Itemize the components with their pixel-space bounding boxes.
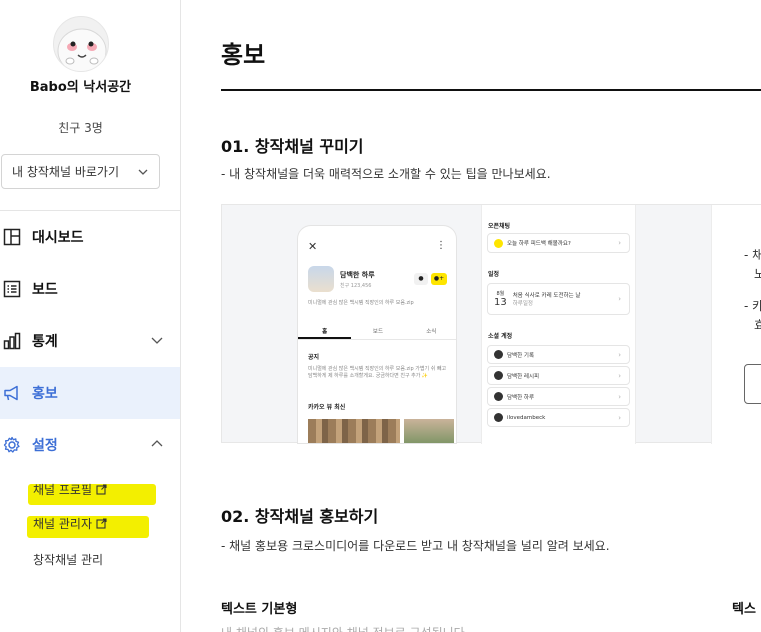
social-icon [494,350,503,359]
friend-count[interactable]: 친구 3명 [0,119,161,136]
chevron-right-icon: › [618,295,621,303]
avatar[interactable] [53,16,109,72]
section-desc-decorate: - 내 창작채널을 더욱 매력적으로 소개할 수 있는 팁을 만나보세요. [221,167,551,181]
chevron-up-icon [151,440,163,447]
dashboard-icon [2,227,22,247]
sidebar-item-label: 통계 [32,334,58,350]
tip-text: - 채 [744,248,761,262]
mock-tab-home: 홈 [298,324,352,339]
mock-news-title: 카카오 뷰 최신 [308,404,346,411]
sidebar-item-label: 대시보드 [32,230,84,246]
chevron-right-icon: › [618,350,621,359]
add-friend-icon: ●+ [431,273,447,285]
sidebar-item-promo[interactable]: 홍보 [0,367,180,419]
chat-icon [494,238,503,248]
section-title-promote: 02. 창작채널 홍보하기 [221,507,379,526]
more-icon: ⋮ [436,240,446,251]
social-icon [494,392,503,401]
chevron-down-icon [151,337,163,344]
sidebar: Babo의 낙서공간 친구 3명 내 창작채널 바로가기 대시보드 보드 통계 … [0,0,181,632]
gear-icon [2,435,22,455]
external-link-icon [96,484,107,495]
mock-open-chat-label: 오픈채팅 [488,223,511,230]
close-icon: ✕ [308,240,318,253]
sidebar-subitem-manager[interactable]: 채널 관리자 [33,515,107,532]
mock-schedule-row: 8월 13 처음 식사로 카레 도전하는 날 하루일정 › [487,283,630,315]
mock-schedule-day: 13 [494,297,507,308]
decorate-preview: ✕ ⋮ 담백한 하루 친구 123,456 ● ●+ 미니멀에 관심 많은 백시… [221,204,761,444]
chevron-right-icon: › [618,239,621,247]
phone-mockup: ✕ ⋮ 담백한 하루 친구 123,456 ● ●+ 미니멀에 관심 많은 백시… [297,225,457,444]
tip-text: 효 [754,318,761,332]
text-variant-title: 텍스 [732,602,756,617]
tip-text: 노 [754,267,761,281]
chevron-right-icon: › [618,371,621,380]
mock-social-name: 담백한 기록 [507,352,535,359]
mock-schedule-sub: 하루일정 [512,301,533,307]
mock-schedule-text: 처음 식사로 카레 도전하는 날 [512,293,581,299]
sidebar-subitem-profile[interactable]: 채널 프로필 [33,481,107,498]
sidebar-item-settings[interactable]: 설정 [0,419,180,471]
mock-tabs: 홈 보드 소식 [298,324,456,340]
mock-tab-board: 보드 [372,329,384,335]
sidebar-item-label: 보드 [32,282,58,298]
chevron-right-icon: › [618,413,621,422]
sidebar-subitem-label: 채널 관리자 [33,517,93,531]
mock-open-chat-row: 오늘 하루 피드백 해볼까요? › [487,233,630,253]
mock-social-name: 담백한 하루 [507,394,535,401]
social-icon [494,413,503,422]
mock-open-chat-text: 오늘 하루 피드백 해볼까요? [507,241,571,247]
channel-thumbnail [308,266,334,292]
mock-news-image [404,419,454,443]
tip-button[interactable] [744,364,761,404]
sidebar-subitem-channel-manage[interactable]: 창작채널 관리 [33,551,103,568]
tip-text: - 카 [744,299,761,313]
external-link-icon [96,518,107,529]
channel-shortcut-select[interactable]: 내 창작채널 바로가기 [1,154,160,189]
section-desc-promote: - 채널 홍보용 크로스미디어를 다운로드 받고 내 창작채널을 널리 알려 보… [221,539,610,553]
list-icon [2,279,22,299]
bar-chart-icon [2,331,22,351]
mock-notice-text: 미니멀에 관심 많은 백시템 직장인의 하루 모음.zip 가볍기 쉬 빼고 담… [308,366,447,379]
mock-news-image [308,419,400,443]
text-basic-desc: 내 채널의 홍보 메시지와 채널 정보로 구성됩니다. [221,624,469,632]
mock-schedule-label: 일정 [488,271,500,278]
mock-tab-news: 소식 [426,329,437,335]
mock-schedule-body: 처음 식사로 카레 도전하는 날 하루일정 [513,291,581,307]
sidebar-item-board[interactable]: 보드 [0,263,180,315]
chevron-right-icon: › [618,392,621,401]
tips-pane: - 채 노 - 카 효 [711,205,761,444]
main-content: 홍보 01. 창작채널 꾸미기 - 내 창작채널을 더욱 매력적으로 소개할 수… [181,0,761,632]
mock-social-label: 소셜 계정 [488,333,513,340]
channel-shortcut-label: 내 창작채널 바로가기 [12,165,119,179]
mock-channel-sub: 친구 123,456 [340,283,372,289]
mock-social-name: 담백한 레시피 [507,373,540,380]
sidebar-item-label: 홍보 [32,386,58,402]
channel-info-card: 오픈채팅 오늘 하루 피드백 해볼까요? › 일정 8월 13 처음 식사로 카… [481,205,636,444]
sidebar-item-dashboard[interactable]: 대시보드 [0,211,180,263]
text-basic-title: 텍스트 기본형 [221,602,298,617]
sidebar-item-stats[interactable]: 통계 [0,315,180,367]
chevron-down-icon [138,169,148,175]
sidebar-item-label: 설정 [32,438,58,454]
mock-social-row: 담백한 기록 › [487,345,630,364]
mock-channel-name: 담백한 하루 [340,271,375,279]
mock-social-row: ilovedambeck › [487,408,630,427]
megaphone-icon [2,383,22,403]
page-title: 홍보 [221,41,266,69]
mock-social-row: 담백한 하루 › [487,387,630,406]
section-title-decorate: 01. 창작채널 꾸미기 [221,137,364,156]
chat-icon: ● [414,273,428,285]
mock-notice-title: 공지 [308,354,320,361]
mock-intro: 미니멀에 관심 많은 백시템 직장인의 하루 모음.zip [308,300,414,306]
mock-schedule-date: 8월 13 [494,290,507,308]
sidebar-subitem-label: 채널 프로필 [33,483,93,497]
title-divider [221,89,761,91]
mock-social-row: 담백한 레시피 › [487,366,630,385]
mock-social-name: ilovedambeck [507,414,546,421]
sidebar-subitem-label: 창작채널 관리 [33,553,104,567]
social-icon [494,371,503,380]
profile-name: Babo의 낙서공간 [29,80,132,95]
